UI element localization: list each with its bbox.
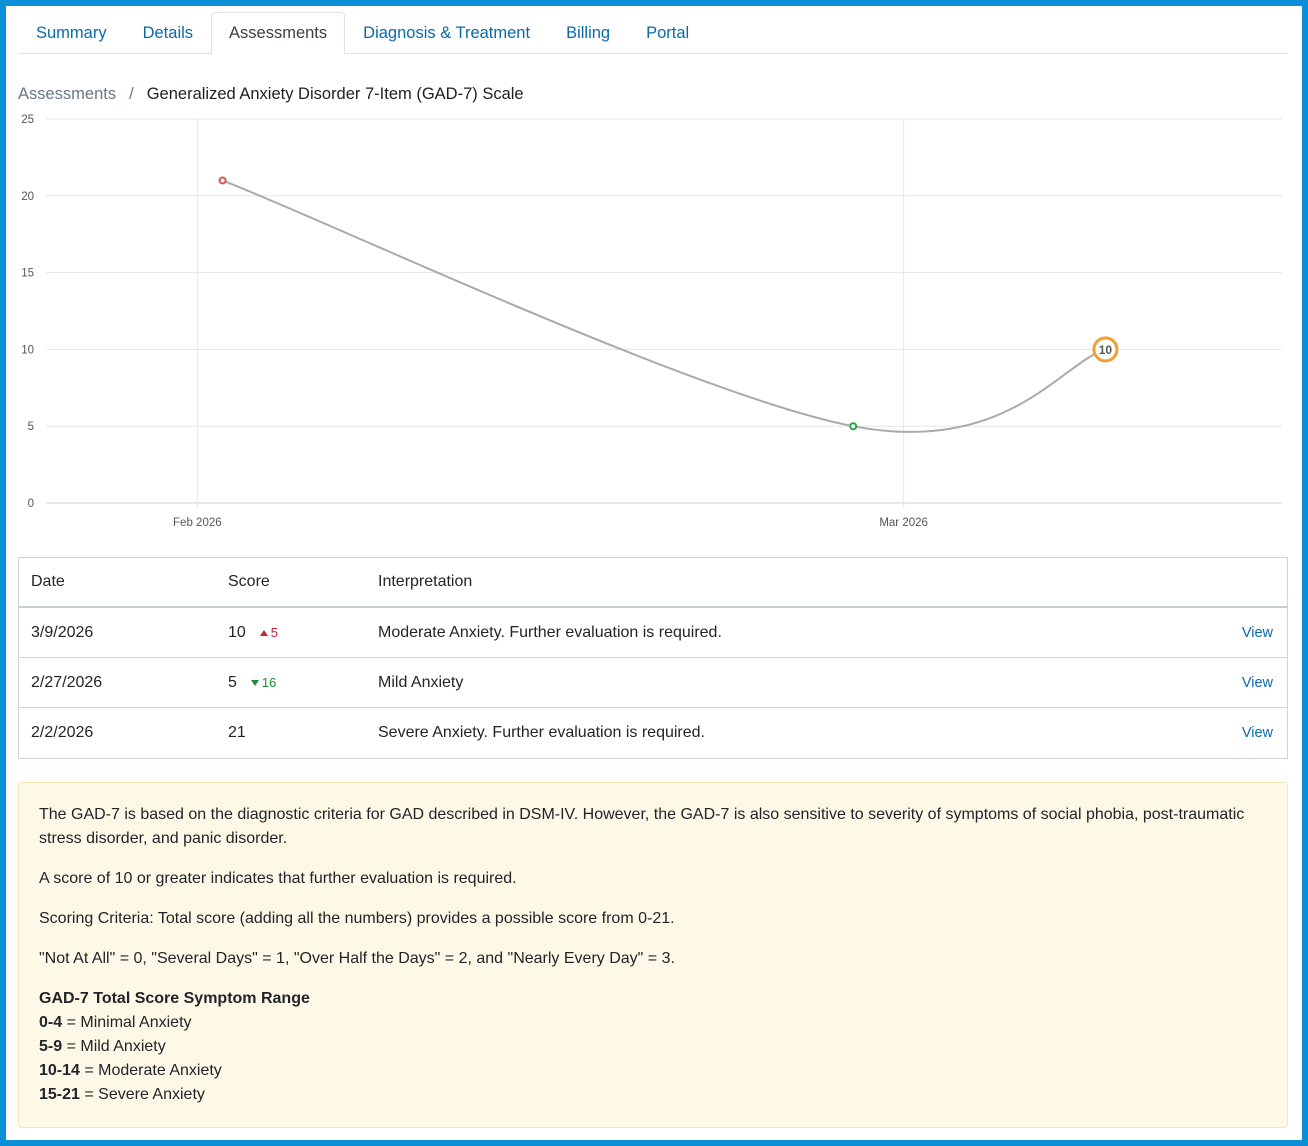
info-paragraph: Scoring Criteria: Total score (adding al… [39,910,675,927]
range-row: 10-14 = Moderate Anxiety [39,1059,1267,1083]
info-paragraph: The GAD-7 is based on the diagnostic cri… [39,806,1245,847]
score-change-value: 16 [261,675,277,690]
tab-assessments[interactable]: Assessments [211,12,346,55]
tab-diagnosis-treatment[interactable]: Diagnosis & Treatment [345,12,548,54]
score-value: 5 [228,673,237,691]
score-value: 10 [228,623,246,641]
page-title: Generalized Anxiety Disorder 7-Item (GAD… [146,84,524,103]
scoring-info-panel: The GAD-7 is based on the diagnostic cri… [18,782,1288,1128]
range-row: 0-4 = Minimal Anxiety [39,1011,1267,1035]
table-row: 2/27/2026 5 16 Mild Anxiety View [19,658,1287,708]
column-header-date: Date [31,573,65,590]
score-change-up: 5 [259,625,279,640]
score-change-value: 5 [270,625,279,640]
triangle-down-icon [250,679,259,686]
range-value: 5-9 [39,1038,63,1055]
breadcrumb: Assessments / Generalized Anxiety Disord… [18,83,524,105]
y-tick-label: 15 [21,268,34,280]
row-interpretation: Severe Anxiety. Further evaluation is re… [378,724,705,741]
range-value: 10-14 [39,1062,80,1079]
tab-summary[interactable]: Summary [18,12,125,54]
range-row: 15-21 = Severe Anxiety [39,1083,1267,1107]
data-point [849,422,858,431]
x-tick-label: Feb 2026 [173,517,222,529]
row-interpretation: Moderate Anxiety. Further evaluation is … [378,623,722,641]
data-point [218,176,227,185]
table-header: Date Score Interpretation [19,558,1287,608]
y-tick-label: 20 [21,191,34,203]
y-tick-label: 10 [21,344,34,356]
column-header-interpretation: Interpretation [378,573,473,590]
assessment-history-table: Date Score Interpretation 3/9/2026 10 5 … [18,557,1288,759]
range-row: 5-9 = Mild Anxiety [39,1035,1267,1059]
series-line [222,179,1106,433]
tab-billing[interactable]: Billing [548,12,628,54]
tab-portal[interactable]: Portal [628,12,707,54]
y-tick-label: 5 [28,421,34,433]
row-score: 10 5 [228,624,378,642]
score-change-down: 16 [250,675,277,690]
row-date: 2/2/2026 [31,724,94,741]
breadcrumb-separator: / [129,84,134,103]
view-link[interactable]: View [1242,725,1273,741]
x-tick-label: Mar 2026 [879,517,928,529]
breadcrumb-assessments-link[interactable]: Assessments [18,85,116,104]
score-trend-chart: 0 5 10 15 20 25 Feb 2026 Mar 2026 10 [21,114,1282,529]
info-paragraph: A score of 10 or greater indicates that … [39,870,517,887]
row-date: 3/9/2026 [31,623,94,641]
row-date: 2/27/2026 [31,673,103,691]
view-link[interactable]: View [1242,625,1273,641]
tab-details[interactable]: Details [125,12,211,54]
range-title: GAD-7 Total Score Symptom Range [39,990,310,1007]
column-header-score: Score [228,573,270,590]
tab-bar: Summary Details Assessments Diagnosis & … [18,12,1288,55]
range-value: 15-21 [39,1086,80,1103]
range-label: = Moderate Anxiety [79,1062,222,1079]
info-paragraph: "Not At All" = 0, "Several Days" = 1, "O… [39,950,675,967]
view-link[interactable]: View [1242,675,1273,691]
row-interpretation: Mild Anxiety [378,673,464,691]
data-point-label: 10 [1099,343,1113,357]
table-row: 3/9/2026 10 5 Moderate Anxiety. Further … [19,608,1287,658]
range-label: = Minimal Anxiety [62,1014,192,1031]
y-tick-label: 25 [21,114,34,126]
range-value: 0-4 [39,1014,63,1031]
y-tick-label: 0 [28,498,34,510]
triangle-up-icon [259,629,268,636]
row-score: 5 16 [228,674,378,692]
range-label: = Severe Anxiety [79,1086,205,1103]
score-value: 21 [228,724,246,741]
range-label: = Mild Anxiety [62,1038,166,1055]
row-score: 21 [228,724,378,742]
table-row: 2/2/2026 21 Severe Anxiety. Further eval… [19,708,1287,758]
